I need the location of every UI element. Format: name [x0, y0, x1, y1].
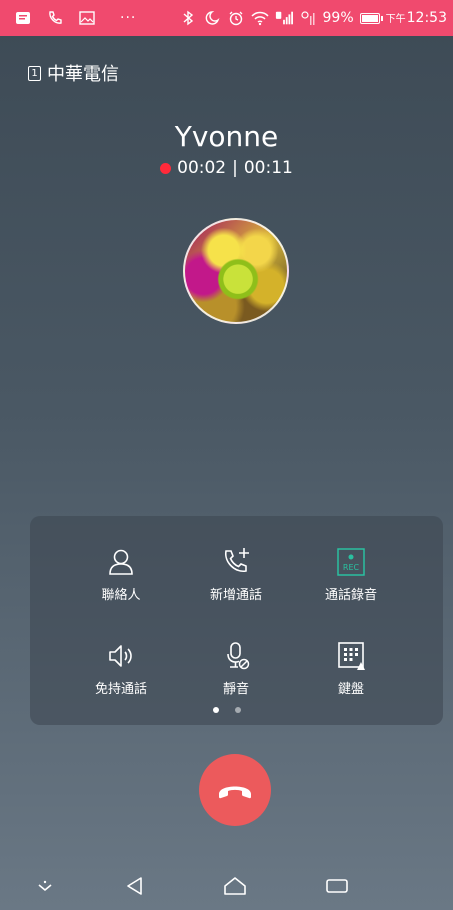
back-icon — [127, 877, 142, 895]
mute-label: 靜音 — [222, 682, 249, 697]
time-value: 12:53 — [406, 10, 447, 26]
speaker-label: 免持通話 — [94, 682, 147, 697]
status-bar: ··· 99% 下午 12:53 — [0, 0, 453, 36]
do-not-disturb-icon — [203, 9, 221, 27]
hide-navbar-button[interactable] — [30, 872, 60, 900]
add-call-label: 新增通話 — [209, 588, 262, 603]
time-prefix: 下午 — [385, 14, 406, 25]
speaker-icon — [109, 645, 132, 667]
record-icon: REC — [337, 548, 365, 576]
add-call-icon — [225, 548, 249, 572]
page-indicator — [0, 707, 453, 713]
call-icon — [46, 9, 64, 27]
recents-icon — [326, 879, 348, 893]
recents-button[interactable] — [322, 872, 352, 900]
back-button[interactable] — [120, 872, 150, 900]
image-icon — [78, 9, 96, 27]
keypad-label: 鍵盤 — [337, 682, 364, 697]
signal-icon — [275, 9, 293, 27]
page-dot[interactable] — [212, 707, 219, 713]
message-icon — [14, 9, 32, 27]
contacts-label: 聯絡人 — [101, 588, 141, 603]
contact-icon — [109, 549, 133, 575]
end-call-button[interactable] — [199, 754, 271, 826]
timer-separator: | — [232, 158, 238, 178]
carrier-name: 中華電信 — [47, 64, 119, 85]
home-button[interactable] — [220, 872, 250, 900]
mute-mic-icon — [227, 642, 250, 670]
add-call-button[interactable]: 新增通話 — [181, 546, 291, 603]
recording-dot-icon — [160, 162, 172, 174]
sim2-signal-icon — [299, 9, 317, 27]
hang-up-icon — [219, 786, 251, 799]
bluetooth-icon — [179, 9, 197, 27]
record-call-label: 通話錄音 — [324, 588, 377, 603]
contacts-button[interactable]: 聯絡人 — [66, 546, 176, 603]
rec-icon-text: REC — [343, 563, 360, 572]
keypad-button[interactable]: 鍵盤 — [296, 640, 406, 697]
home-icon — [224, 877, 246, 895]
record-call-button[interactable]: REC 通話錄音 — [296, 546, 406, 603]
chevron-down-icon — [38, 880, 52, 892]
more-notifications-icon: ··· — [120, 10, 137, 26]
wifi-icon — [250, 9, 269, 27]
battery-icon — [359, 12, 383, 24]
call-timer: 00:11 — [243, 158, 293, 178]
status-time: 下午 12:53 — [386, 10, 447, 26]
caller-avatar — [183, 218, 289, 324]
sim-slot-icon: 1 — [28, 65, 41, 81]
battery-percent: 99% — [322, 10, 354, 26]
alarm-icon — [227, 9, 245, 27]
carrier-label: 1 中華電信 — [28, 60, 119, 86]
caller-name: Yvonne — [174, 120, 279, 153]
recording-timer: 00:02 — [177, 158, 227, 178]
page-dot[interactable] — [234, 707, 241, 713]
navigation-bar — [0, 862, 453, 910]
mute-button[interactable]: 靜音 — [181, 640, 291, 697]
speaker-button[interactable]: 免持通話 — [66, 640, 176, 697]
keypad-icon — [338, 642, 365, 670]
call-timers: 00:02 | 00:11 — [0, 158, 453, 178]
